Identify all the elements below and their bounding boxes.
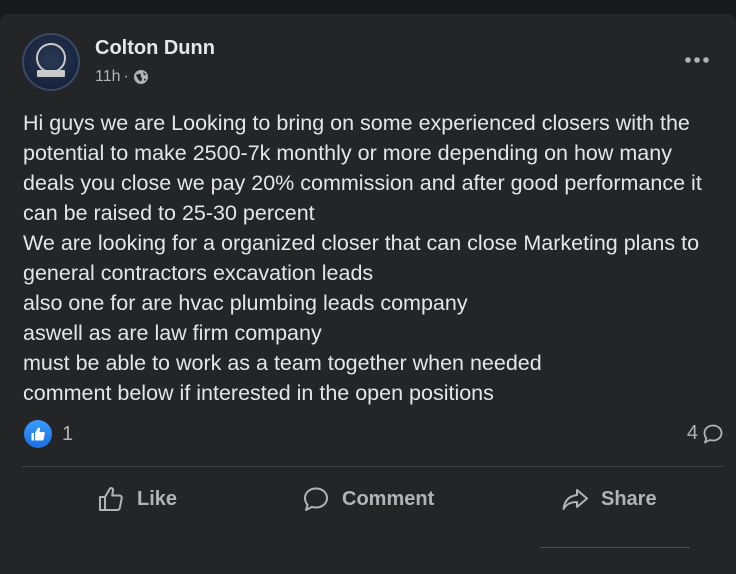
reactions-summary[interactable]: 1	[24, 420, 73, 448]
post-body: Hi guys we are Looking to bring on some …	[23, 111, 702, 405]
share-button[interactable]: Share	[561, 476, 657, 522]
avatar-emblem-icon	[36, 43, 66, 73]
comment-label: Comment	[342, 487, 435, 510]
post-meta: 11h ·	[95, 68, 149, 86]
more-options-button[interactable]	[680, 48, 714, 72]
like-button[interactable]: Like	[97, 476, 177, 522]
action-bar: Like Comment Share	[0, 476, 736, 522]
author-name[interactable]: Colton Dunn	[95, 37, 215, 60]
share-arrow-icon	[562, 489, 588, 510]
comment-icon	[304, 487, 328, 511]
post-time[interactable]: 11h	[95, 68, 121, 86]
avatar-banner	[37, 70, 65, 77]
post-card: Colton Dunn 11h · Hi guys we are Looking…	[0, 14, 736, 574]
share-label: Share	[601, 487, 657, 510]
like-label: Like	[137, 487, 178, 510]
comments-count-link[interactable]: 4	[687, 422, 724, 445]
more-dots-icon	[685, 57, 709, 63]
author-avatar[interactable]	[22, 33, 80, 91]
comment-section-edge	[540, 547, 690, 551]
meta-separator: ·	[123, 68, 129, 85]
reactions-count: 1	[62, 422, 74, 445]
thumbs-up-icon	[99, 487, 123, 511]
actions-divider	[22, 466, 724, 467]
globe-icon[interactable]	[133, 69, 149, 85]
like-reaction-icon	[24, 420, 52, 448]
comment-button[interactable]: Comment	[302, 476, 434, 522]
comments-count: 4	[686, 422, 698, 444]
comment-bubble-icon	[703, 424, 723, 443]
